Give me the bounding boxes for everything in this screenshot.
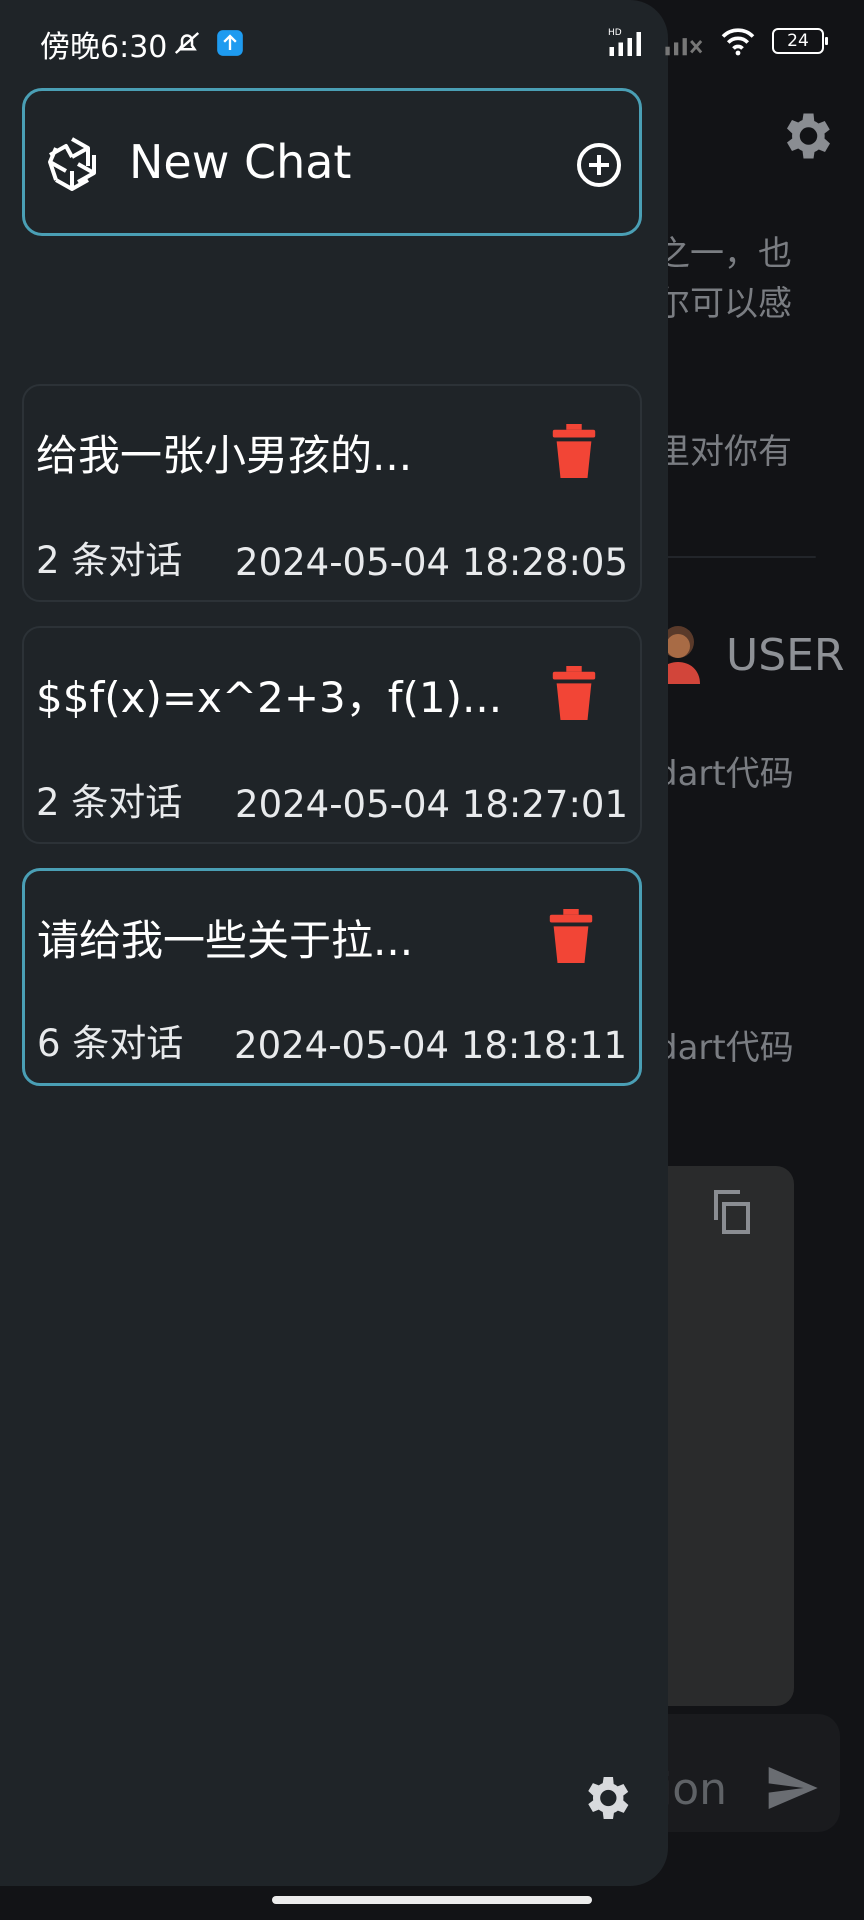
user-label: USER [726, 630, 845, 681]
openai-logo-icon [48, 137, 96, 191]
battery-indicator: 24 [772, 28, 828, 54]
send-icon[interactable] [760, 1760, 824, 1816]
gear-icon[interactable] [578, 1770, 634, 1826]
gear-icon[interactable] [776, 106, 836, 166]
status-bar: 傍晚6:30 HD 24 [0, 0, 864, 88]
trash-icon[interactable] [550, 424, 598, 478]
background-text: dart代码 [656, 1028, 794, 1068]
chat-history-item[interactable]: 给我一张小男孩的... 2 条对话 2024-05-04 18:28:05 [22, 384, 642, 602]
copy-icon[interactable] [708, 1186, 756, 1238]
upload-notification-icon [217, 30, 243, 56]
background-text: 之一，也 [656, 234, 792, 274]
status-left-icons [170, 28, 244, 58]
chat-timestamp: 2024-05-04 18:27:01 [235, 783, 628, 826]
status-right-icons: HD 24 [608, 26, 828, 56]
chat-history-drawer: New Chat 给我一张小男孩的... 2 条对话 2024-05-04 18… [0, 0, 668, 1886]
input-placeholder: ion [660, 1764, 728, 1815]
chat-timestamp: 2024-05-04 18:28:05 [235, 541, 628, 584]
chat-title: 请给我一些关于拉... [37, 916, 414, 965]
signal-hd-icon: HD [608, 28, 641, 56]
trash-icon[interactable] [547, 909, 595, 963]
svg-text:HD: HD [608, 28, 622, 38]
chat-timestamp: 2024-05-04 18:18:11 [234, 1024, 627, 1067]
message-count: 6 条对话 [37, 1022, 184, 1065]
new-chat-button[interactable]: New Chat [22, 88, 642, 236]
background-text: 尔可以感 [656, 284, 792, 324]
add-circle-icon [577, 143, 621, 187]
battery-tip [825, 37, 828, 45]
trash-icon[interactable] [550, 666, 598, 720]
chat-history-item[interactable]: $$f(x)=x^2+3，f(1)... 2 条对话 2024-05-04 18… [22, 626, 642, 844]
background-text: dart代码 [656, 754, 794, 794]
message-count: 2 条对话 [36, 781, 183, 824]
mute-icon [174, 32, 200, 54]
chat-history-item-selected[interactable]: 请给我一些关于拉... 6 条对话 2024-05-04 18:18:11 [22, 868, 642, 1086]
message-count: 2 条对话 [36, 539, 183, 582]
background-text: 里对你有 [656, 432, 792, 472]
chat-title: 给我一张小男孩的... [36, 431, 413, 480]
battery-level: 24 [787, 31, 809, 51]
chat-title: $$f(x)=x^2+3，f(1)... [36, 673, 503, 722]
wifi-icon [721, 28, 755, 56]
home-indicator[interactable] [272, 1896, 592, 1904]
status-time: 傍晚6:30 [40, 30, 168, 65]
new-chat-label: New Chat [129, 135, 352, 189]
signal-no-service-icon [665, 38, 703, 56]
